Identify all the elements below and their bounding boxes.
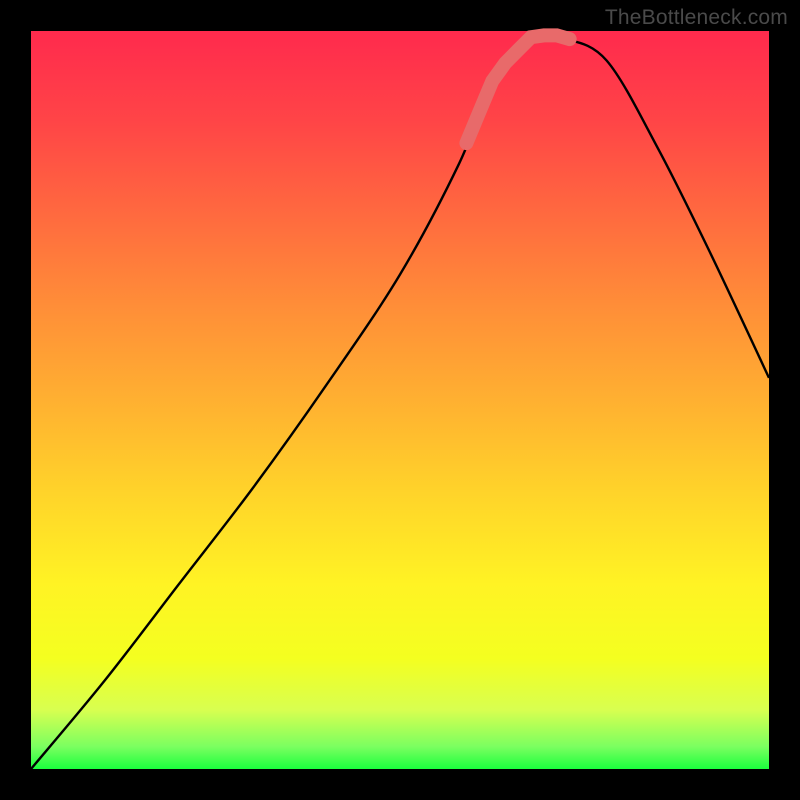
plot-area (31, 31, 769, 769)
bottleneck-curve (31, 35, 769, 769)
curve-layer (31, 31, 769, 769)
chart-frame: TheBottleneck.com (0, 0, 800, 800)
optimal-region-marker (466, 35, 569, 143)
watermark-text: TheBottleneck.com (605, 6, 788, 30)
